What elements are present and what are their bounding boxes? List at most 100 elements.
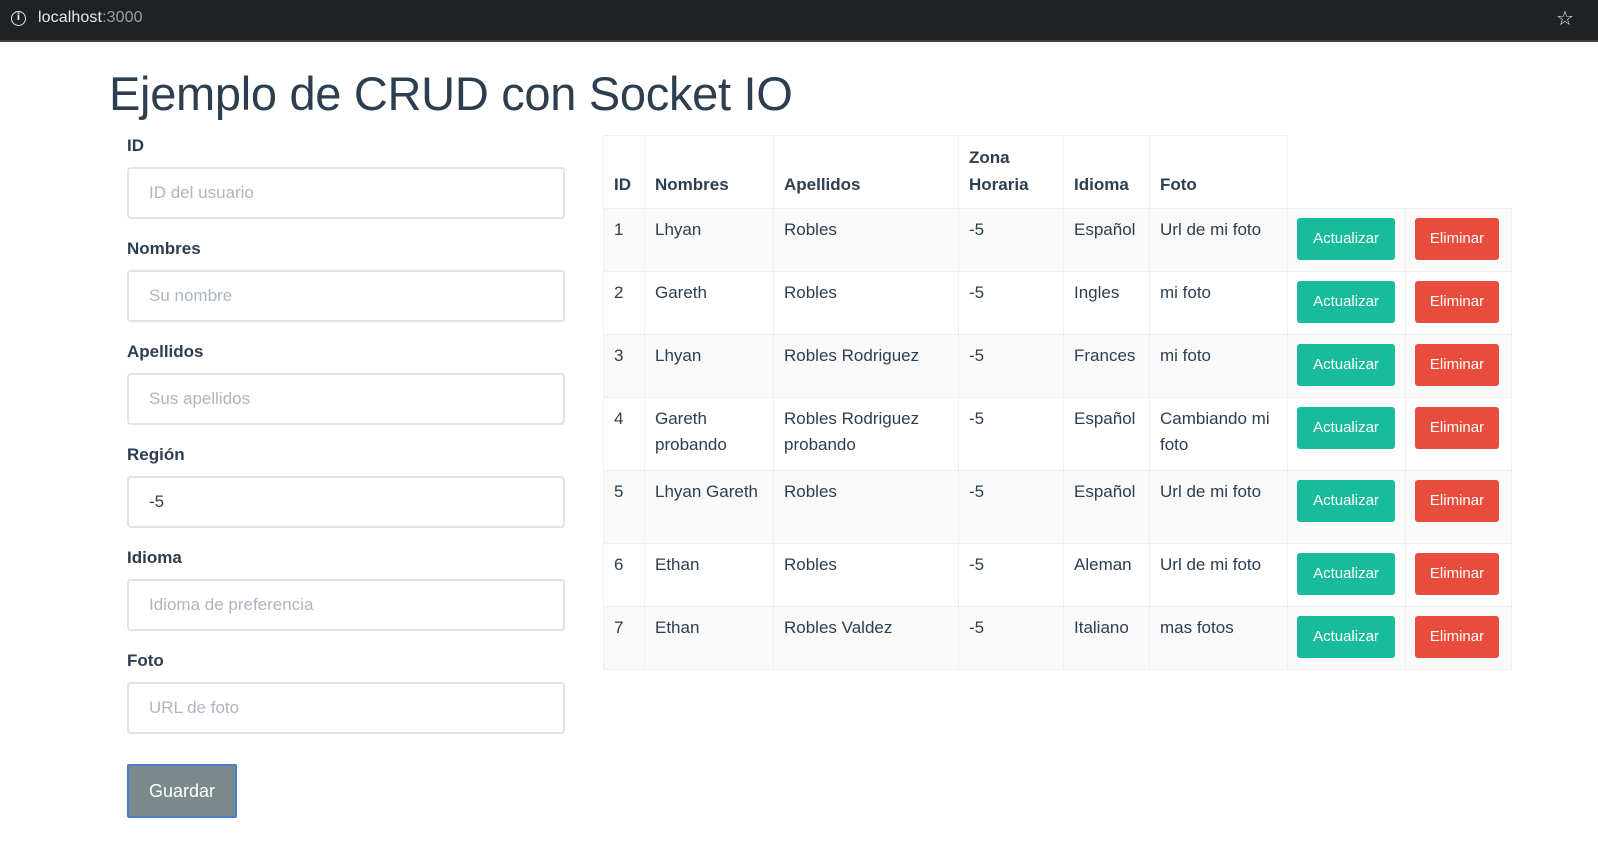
update-button[interactable]: Actualizar <box>1297 344 1395 386</box>
field-region: Región <box>127 442 565 545</box>
url-text[interactable]: localhost:3000 <box>38 9 143 27</box>
cell-update: Actualizar <box>1287 606 1406 670</box>
id-label: ID <box>127 136 144 155</box>
cell-delete: Eliminar <box>1405 271 1512 335</box>
apellidos-input[interactable] <box>127 373 565 425</box>
browser-address-bar: i localhost:3000 ☆ <box>0 0 1598 42</box>
cell-idioma: Español <box>1063 470 1150 544</box>
cell-nombres: Lhyan Gareth <box>644 470 774 544</box>
cell-zona-horaria: -5 <box>958 543 1064 607</box>
cell-id: 5 <box>603 470 645 544</box>
cell-nombres: Gareth probando <box>644 397 774 471</box>
table-row: 7 Ethan Robles Valdez -5 Italiano mas fo… <box>603 606 1512 670</box>
info-icon[interactable]: i <box>11 11 26 26</box>
idioma-input[interactable] <box>127 579 565 631</box>
cell-apellidos: Robles Rodriguez <box>773 334 959 398</box>
foto-label: Foto <box>127 651 164 670</box>
users-table-container: ID Nombres Apellidos Zona Horaria Idioma… <box>603 135 1512 670</box>
cell-idioma: Español <box>1063 208 1150 272</box>
foto-input[interactable] <box>127 682 565 734</box>
header-actions-delete <box>1405 135 1512 209</box>
cell-nombres: Ethan <box>644 606 774 670</box>
cell-nombres: Lhyan <box>644 208 774 272</box>
cell-foto: Url de mi foto <box>1149 470 1288 544</box>
delete-button[interactable]: Eliminar <box>1415 553 1499 595</box>
table-row: 6 Ethan Robles -5 Aleman Url de mi foto … <box>603 543 1512 607</box>
cell-apellidos: Robles Valdez <box>773 606 959 670</box>
cell-nombres: Ethan <box>644 543 774 607</box>
cell-delete: Eliminar <box>1405 208 1512 272</box>
update-button[interactable]: Actualizar <box>1297 281 1395 323</box>
cell-zona-horaria: -5 <box>958 334 1064 398</box>
delete-button[interactable]: Eliminar <box>1415 218 1499 260</box>
star-icon[interactable]: ☆ <box>1556 6 1574 30</box>
nombres-label: Nombres <box>127 239 201 258</box>
cell-nombres: Gareth <box>644 271 774 335</box>
table-row: 4 Gareth probando Robles Rodriguez proba… <box>603 397 1512 471</box>
apellidos-label: Apellidos <box>127 342 204 361</box>
delete-button[interactable]: Eliminar <box>1415 281 1499 323</box>
field-nombres: Nombres <box>127 236 565 339</box>
update-button[interactable]: Actualizar <box>1297 480 1395 522</box>
cell-delete: Eliminar <box>1405 606 1512 670</box>
header-nombres: Nombres <box>644 135 774 209</box>
table-row: 5 Lhyan Gareth Robles -5 Español Url de … <box>603 470 1512 544</box>
cell-zona-horaria: -5 <box>958 397 1064 471</box>
cell-update: Actualizar <box>1287 470 1406 544</box>
cell-id: 7 <box>603 606 645 670</box>
field-apellidos: Apellidos <box>127 339 565 442</box>
cell-zona-horaria: -5 <box>958 208 1064 272</box>
nombres-input[interactable] <box>127 270 565 322</box>
cell-zona-horaria: -5 <box>958 271 1064 335</box>
region-input[interactable] <box>127 476 565 528</box>
table-header-row: ID Nombres Apellidos Zona Horaria Idioma… <box>603 135 1512 209</box>
cell-idioma: Frances <box>1063 334 1150 398</box>
cell-update: Actualizar <box>1287 543 1406 607</box>
url-port: :3000 <box>102 9 143 26</box>
users-table: ID Nombres Apellidos Zona Horaria Idioma… <box>603 135 1512 670</box>
table-body: 1 Lhyan Robles -5 Español Url de mi foto… <box>603 208 1512 670</box>
cell-delete: Eliminar <box>1405 397 1512 471</box>
cell-id: 6 <box>603 543 645 607</box>
update-button[interactable]: Actualizar <box>1297 218 1395 260</box>
cell-id: 1 <box>603 208 645 272</box>
delete-button[interactable]: Eliminar <box>1415 616 1499 658</box>
cell-nombres: Lhyan <box>644 334 774 398</box>
cell-apellidos: Robles <box>773 543 959 607</box>
cell-update: Actualizar <box>1287 334 1406 398</box>
cell-idioma: Español <box>1063 397 1150 471</box>
cell-idioma: Italiano <box>1063 606 1150 670</box>
user-form: ID Nombres Apellidos Región Idioma Foto <box>127 133 565 751</box>
field-idioma: Idioma <box>127 545 565 648</box>
cell-update: Actualizar <box>1287 271 1406 335</box>
cell-foto: mas fotos <box>1149 606 1288 670</box>
delete-button[interactable]: Eliminar <box>1415 407 1499 449</box>
cell-delete: Eliminar <box>1405 543 1512 607</box>
field-id: ID <box>127 133 565 236</box>
cell-apellidos: Robles <box>773 470 959 544</box>
cell-update: Actualizar <box>1287 397 1406 471</box>
field-foto: Foto <box>127 648 565 751</box>
cell-idioma: Ingles <box>1063 271 1150 335</box>
cell-zona-horaria: -5 <box>958 606 1064 670</box>
cell-apellidos: Robles <box>773 208 959 272</box>
save-button[interactable]: Guardar <box>127 764 237 818</box>
delete-button[interactable]: Eliminar <box>1415 344 1499 386</box>
header-id: ID <box>603 135 645 209</box>
update-button[interactable]: Actualizar <box>1297 407 1395 449</box>
update-button[interactable]: Actualizar <box>1297 616 1395 658</box>
cell-delete: Eliminar <box>1405 470 1512 544</box>
header-zona-horaria: Zona Horaria <box>958 135 1064 209</box>
cell-foto: Url de mi foto <box>1149 208 1288 272</box>
header-foto: Foto <box>1149 135 1288 209</box>
region-label: Región <box>127 445 185 464</box>
cell-id: 4 <box>603 397 645 471</box>
table-row: 2 Gareth Robles -5 Ingles mi foto Actual… <box>603 271 1512 335</box>
page-title: Ejemplo de CRUD con Socket IO <box>109 67 793 120</box>
delete-button[interactable]: Eliminar <box>1415 480 1499 522</box>
update-button[interactable]: Actualizar <box>1297 553 1395 595</box>
id-input[interactable] <box>127 167 565 219</box>
table-row: 3 Lhyan Robles Rodriguez -5 Frances mi f… <box>603 334 1512 398</box>
cell-foto: mi foto <box>1149 271 1288 335</box>
cell-foto: Cambiando mi foto <box>1149 397 1288 471</box>
